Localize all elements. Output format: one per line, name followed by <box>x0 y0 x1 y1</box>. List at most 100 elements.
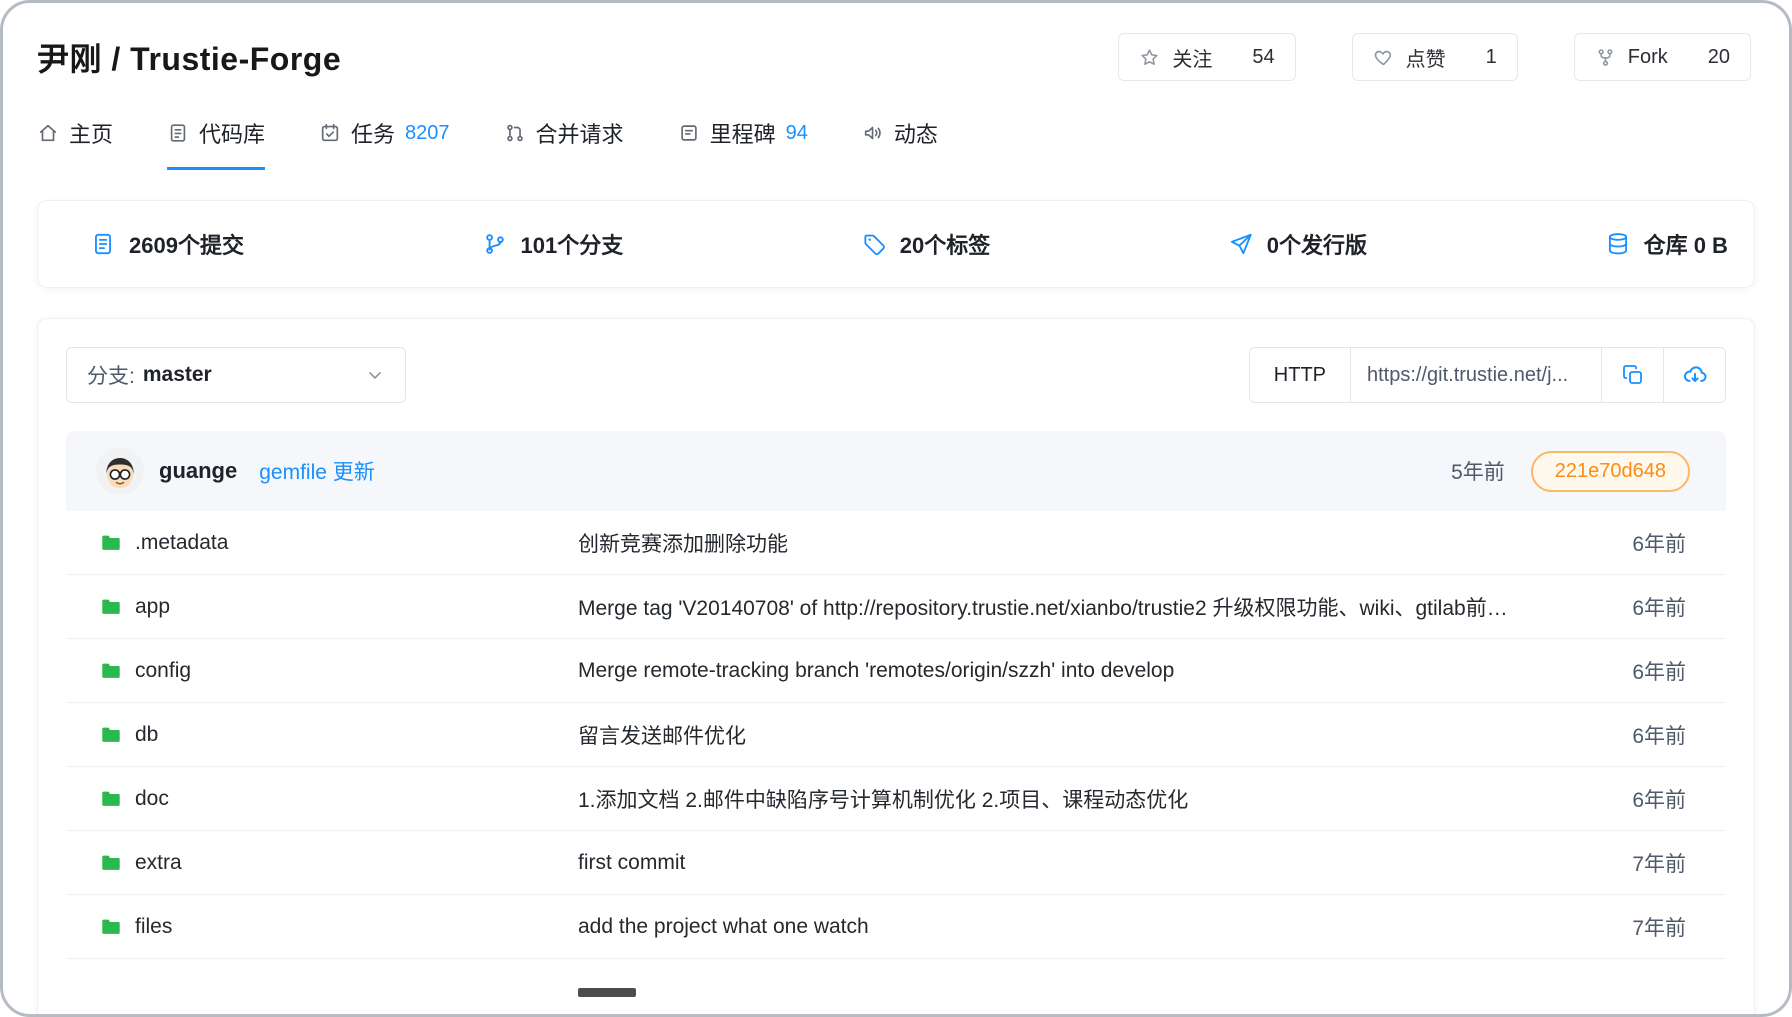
milestone-icon <box>678 122 700 144</box>
commit-author[interactable]: guange <box>159 458 237 484</box>
file-name-link[interactable]: config <box>135 659 191 683</box>
fork-button[interactable]: Fork 20 <box>1574 33 1751 81</box>
file-commit-message[interactable]: 创新竞赛添加删除功能 <box>578 528 1596 558</box>
file-table: .metadata 创新竞赛添加删除功能 6年前 app Merge tag '… <box>66 511 1726 1007</box>
copy-icon <box>1621 363 1645 387</box>
database-icon <box>1605 231 1631 257</box>
file-commit-time: 6年前 <box>1596 656 1726 686</box>
tab-tasks-count: 8207 <box>405 122 450 145</box>
file-commit-message[interactable]: Merge remote-tracking branch 'remotes/or… <box>578 659 1596 683</box>
branch-selector[interactable]: 分支: master <box>66 347 406 403</box>
stat-commits-label: 2609个提交 <box>129 228 244 260</box>
tab-merge-requests[interactable]: 合并请求 <box>504 117 624 170</box>
praise-count: 1 <box>1486 46 1497 69</box>
page-title: 尹刚 / Trustie-Forge <box>37 34 341 80</box>
file-commit-message[interactable]: Merge tag 'V20140708' of http://reposito… <box>578 592 1596 622</box>
folder-icon <box>100 788 122 810</box>
app-window: 尹刚 / Trustie-Forge 关注 54 点赞 1 For <box>0 0 1792 1017</box>
tab-repository-label: 代码库 <box>199 117 265 149</box>
stat-branches-label: 101个分支 <box>521 228 624 260</box>
folder-icon <box>100 532 122 554</box>
clone-url-input[interactable] <box>1351 348 1601 402</box>
stat-tags[interactable]: 20个标签 <box>861 228 990 260</box>
repo-stats-bar: 2609个提交 101个分支 20个标签 0个发行版 仓库 0 B <box>37 200 1755 288</box>
file-name-link[interactable]: .metadata <box>135 531 228 555</box>
file-commit-message[interactable]: 留言发送邮件优化 <box>578 720 1596 750</box>
tab-tasks-label: 任务 <box>351 117 395 149</box>
file-name-link[interactable]: files <box>135 915 172 939</box>
folder-icon <box>100 916 122 938</box>
tab-tasks[interactable]: 任务 8207 <box>319 117 450 170</box>
tab-milestones-label: 里程碑 <box>710 117 776 149</box>
branch-value: master <box>143 363 212 387</box>
fork-label: Fork <box>1628 46 1668 69</box>
tab-activity[interactable]: 动态 <box>862 117 938 170</box>
praise-button[interactable]: 点赞 1 <box>1352 33 1518 81</box>
tab-merge-requests-label: 合并请求 <box>536 117 624 149</box>
watch-count: 54 <box>1252 46 1274 69</box>
branch-icon <box>482 231 508 257</box>
file-commit-time: 7年前 <box>1596 912 1726 942</box>
header-actions: 关注 54 点赞 1 Fork 20 <box>1118 33 1751 81</box>
clone-protocol-button[interactable]: HTTP <box>1250 348 1351 402</box>
stat-commits[interactable]: 2609个提交 <box>90 228 244 260</box>
file-commit-time: 7年前 <box>1596 848 1726 878</box>
folder-icon <box>100 596 122 618</box>
file-commit-message[interactable]: add the project what one watch <box>578 915 1596 939</box>
file-name-link[interactable]: extra <box>135 851 182 875</box>
release-send-icon <box>1228 231 1254 257</box>
commit-hash-badge[interactable]: 221e70d648 <box>1531 451 1690 492</box>
table-row: doc 1.添加文档 2.邮件中缺陷序号计算机制优化 2.项目、课程动态优化 6… <box>66 767 1726 831</box>
chevron-down-icon <box>365 365 385 385</box>
clipped-text-fragment <box>578 988 636 997</box>
latest-commit-bar: guange gemfile 更新 5年前 221e70d648 <box>66 431 1726 511</box>
file-name-link[interactable]: app <box>135 595 170 619</box>
tab-milestones[interactable]: 里程碑 94 <box>678 117 808 170</box>
file-commit-time: 6年前 <box>1596 528 1726 558</box>
praise-label: 点赞 <box>1406 43 1446 72</box>
heart-icon <box>1373 47 1394 68</box>
folder-icon <box>100 660 122 682</box>
stat-repo-size[interactable]: 仓库 0 B <box>1605 228 1728 260</box>
folder-icon <box>100 724 122 746</box>
commit-message-link[interactable]: gemfile 更新 <box>259 456 375 486</box>
tab-activity-label: 动态 <box>894 117 938 149</box>
repo-browser-card: 分支: master HTTP <box>37 318 1755 1017</box>
repo-tabs: 主页 代码库 任务 8207 合并请求 里程碑 94 <box>3 81 1789 170</box>
table-row: config Merge remote-tracking branch 'rem… <box>66 639 1726 703</box>
file-commit-time: 6年前 <box>1596 592 1726 622</box>
copy-url-button[interactable] <box>1601 348 1663 402</box>
repo-toolbar: 分支: master HTTP <box>66 347 1726 403</box>
stat-tags-label: 20个标签 <box>900 228 990 260</box>
fork-icon <box>1595 47 1616 68</box>
watch-button[interactable]: 关注 54 <box>1118 33 1295 81</box>
commits-icon <box>90 231 116 257</box>
star-icon <box>1139 47 1160 68</box>
file-name-link[interactable]: db <box>135 723 158 747</box>
file-commit-message[interactable]: first commit <box>578 851 1596 875</box>
table-row: files add the project what one watch 7年前 <box>66 895 1726 959</box>
table-row: app Merge tag 'V20140708' of http://repo… <box>66 575 1726 639</box>
activity-speaker-icon <box>862 122 884 144</box>
stat-branches[interactable]: 101个分支 <box>482 228 624 260</box>
avatar[interactable] <box>96 447 144 495</box>
tab-repository[interactable]: 代码库 <box>167 117 265 170</box>
file-commit-time: 6年前 <box>1596 784 1726 814</box>
tab-milestones-count: 94 <box>786 122 808 145</box>
cloud-download-icon <box>1682 362 1708 388</box>
page-header: 尹刚 / Trustie-Forge 关注 54 点赞 1 For <box>3 3 1789 81</box>
download-zip-button[interactable] <box>1663 348 1725 402</box>
commit-time: 5年前 <box>1451 456 1505 486</box>
tab-home[interactable]: 主页 <box>37 117 113 170</box>
folder-icon <box>100 852 122 874</box>
table-row: .metadata 创新竞赛添加删除功能 6年前 <box>66 511 1726 575</box>
table-row-clipped <box>66 959 1726 1007</box>
code-repo-icon <box>167 122 189 144</box>
stat-repo-size-label: 仓库 0 B <box>1644 228 1728 260</box>
stat-releases-label: 0个发行版 <box>1267 228 1367 260</box>
fork-count: 20 <box>1708 46 1730 69</box>
file-commit-message[interactable]: 1.添加文档 2.邮件中缺陷序号计算机制优化 2.项目、课程动态优化 <box>578 784 1596 814</box>
file-name-link[interactable]: doc <box>135 787 169 811</box>
clone-url-group: HTTP <box>1249 347 1726 403</box>
stat-releases[interactable]: 0个发行版 <box>1228 228 1367 260</box>
